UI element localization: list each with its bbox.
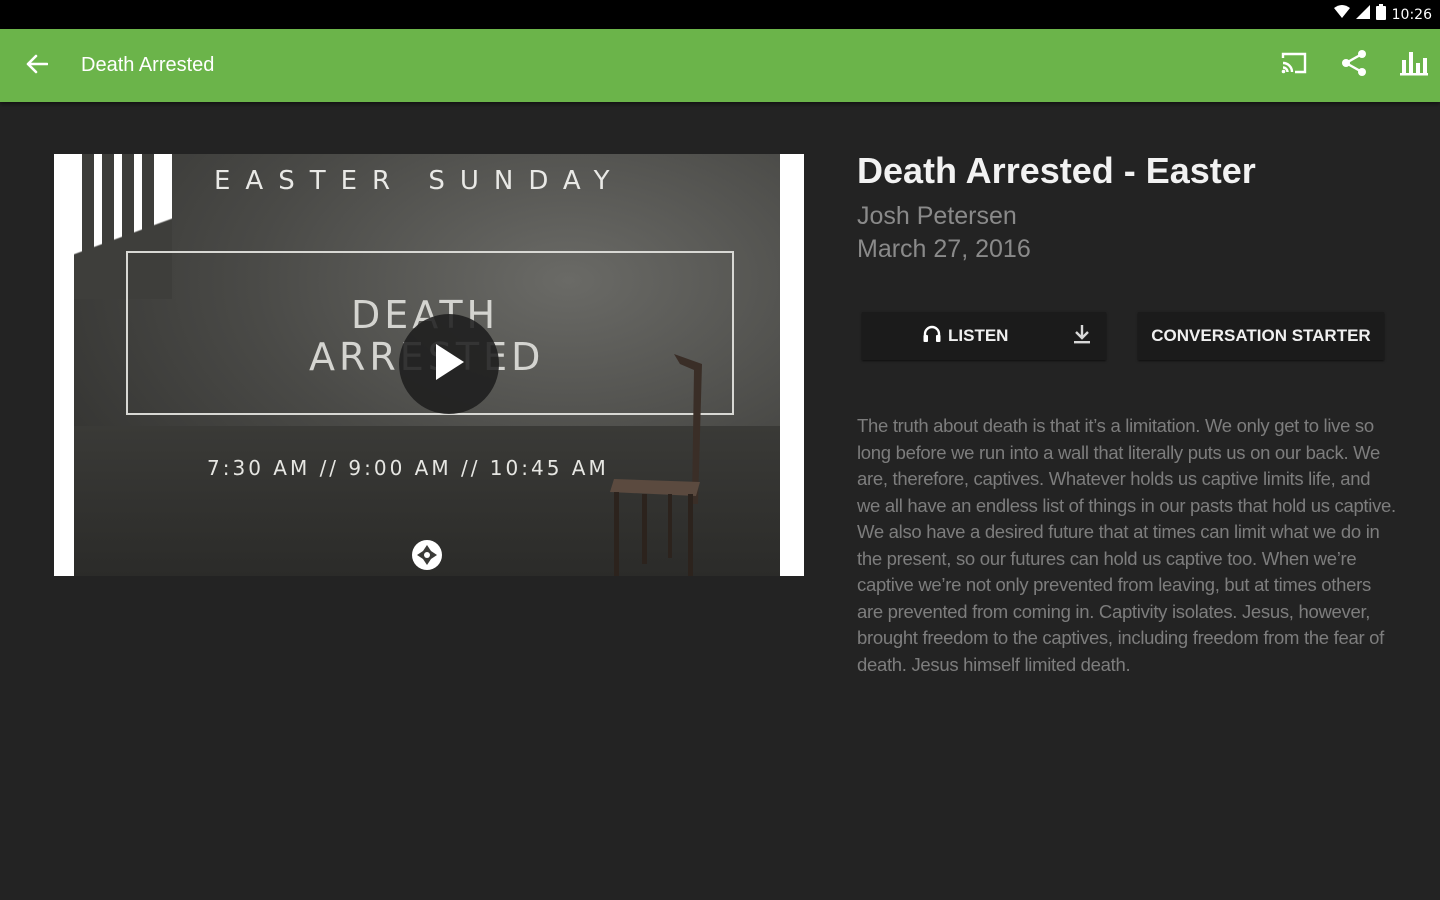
toolbar-title: Death Arrested (81, 54, 215, 76)
listen-main[interactable]: LISTEN (922, 324, 1008, 349)
status-icons: 10:26 (1333, 0, 1432, 29)
play-button[interactable] (399, 314, 499, 414)
arrow-left-icon (26, 54, 49, 79)
cast-icon (1280, 51, 1308, 80)
stats-icon (1400, 50, 1428, 81)
artwork-eyebrow: EASTER SUNDAY (214, 166, 625, 196)
listen-button[interactable]: LISTEN (862, 312, 1106, 360)
play-icon (432, 342, 466, 387)
listen-label: LISTEN (948, 326, 1009, 345)
back-button[interactable] (22, 51, 52, 81)
toolbar-actions (1278, 29, 1430, 102)
cast-button[interactable] (1278, 50, 1310, 82)
download-button[interactable] (1070, 324, 1094, 348)
sermon-video[interactable]: EASTER SUNDAY DEATH ARRESTED 7:30 AM // … (54, 154, 804, 576)
battery-icon (1375, 4, 1386, 25)
sermon-title: Death Arrested - Easter (857, 150, 1256, 191)
action-buttons: LISTEN CONVERSATION STARTER (862, 312, 1384, 360)
share-button[interactable] (1338, 50, 1370, 82)
clock: 10:26 (1391, 6, 1432, 23)
sermon-description: The truth about death is that it’s a lim… (857, 415, 1396, 675)
stats-button[interactable] (1398, 50, 1430, 82)
app-toolbar: Death Arrested (0, 29, 1440, 102)
sermon-speaker: Josh Petersen (857, 202, 1017, 230)
conversation-starter-label: CONVERSATION STARTER (1151, 326, 1371, 345)
download-icon (1073, 324, 1091, 349)
chair-illustration (610, 354, 702, 576)
sermon-date: March 27, 2016 (857, 235, 1031, 263)
wifi-icon (1333, 5, 1350, 24)
headphones-icon (922, 324, 942, 349)
sermon-artwork: EASTER SUNDAY DEATH ARRESTED 7:30 AM // … (74, 154, 780, 576)
church-logo-icon (411, 539, 443, 571)
sermon-details: Death Arrested - Easter Josh Petersen Ma… (857, 150, 1397, 266)
share-icon (1340, 49, 1368, 82)
conversation-starter-button[interactable]: CONVERSATION STARTER (1138, 312, 1384, 360)
status-bar: 10:26 (0, 0, 1440, 29)
signal-icon (1355, 5, 1370, 24)
